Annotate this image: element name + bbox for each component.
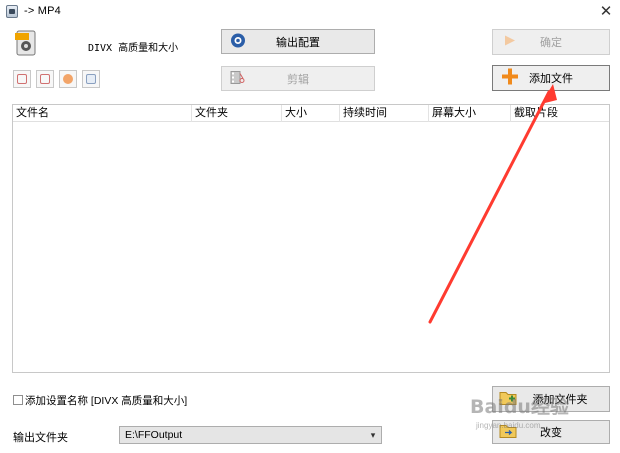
column-header-duration[interactable]: 持续时间	[340, 105, 429, 122]
output-config-label: 输出配置	[276, 36, 320, 49]
remove-file-button[interactable]	[13, 70, 31, 88]
close-button[interactable]: ✕	[592, 0, 620, 24]
clip-button[interactable]: 剪辑	[221, 66, 375, 91]
file-list[interactable]: 文件名 文件夹 大小 持续时间 屏幕大小 截取片段	[12, 104, 610, 373]
info-icon	[86, 74, 96, 84]
title-bar	[0, 0, 620, 24]
confirm-button[interactable]: 确定	[492, 29, 610, 55]
gear-icon	[230, 32, 246, 51]
clear-icon	[40, 74, 50, 84]
window-title: -> MP4	[24, 5, 61, 17]
add-setting-name-checkbox[interactable]	[13, 395, 23, 405]
add-file-button[interactable]: 添加文件	[492, 65, 610, 91]
arrow-right-icon	[503, 34, 517, 51]
play-button[interactable]	[59, 70, 77, 88]
clear-list-button[interactable]	[36, 70, 54, 88]
format-label: DIVX 高质量和大小	[88, 43, 179, 54]
output-config-button[interactable]: 输出配置	[221, 29, 375, 54]
add-setting-name-label: 添加设置名称 [DIVX 高质量和大小]	[25, 395, 188, 407]
chevron-down-icon: ▾	[370, 430, 376, 440]
close-icon: ✕	[599, 3, 613, 20]
play-icon	[63, 74, 73, 84]
add-file-label: 添加文件	[529, 73, 573, 85]
file-list-header: 文件名 文件夹 大小 持续时间 屏幕大小 截取片段	[13, 105, 609, 122]
output-folder-label: 输出文件夹	[13, 432, 68, 444]
media-info-button[interactable]	[82, 70, 100, 88]
column-header-screen-size[interactable]: 屏幕大小	[429, 105, 511, 122]
clip-label: 剪辑	[287, 73, 309, 86]
mp4-format-icon	[14, 30, 38, 56]
app-icon	[6, 5, 18, 18]
output-folder-select[interactable]: E:\FFOutput ▾	[119, 426, 382, 444]
output-folder-path: E:\FFOutput	[125, 429, 183, 441]
column-header-clip-segment[interactable]: 截取片段	[511, 105, 609, 122]
film-scissors-icon	[230, 69, 246, 88]
column-header-size[interactable]: 大小	[282, 105, 340, 122]
column-header-filename[interactable]: 文件名	[13, 105, 192, 122]
column-header-folder[interactable]: 文件夹	[192, 105, 282, 122]
plus-icon	[501, 68, 519, 89]
confirm-label: 确定	[540, 37, 562, 49]
remove-icon	[17, 74, 27, 84]
watermark-url: jingyan.baidu.com	[476, 421, 541, 430]
